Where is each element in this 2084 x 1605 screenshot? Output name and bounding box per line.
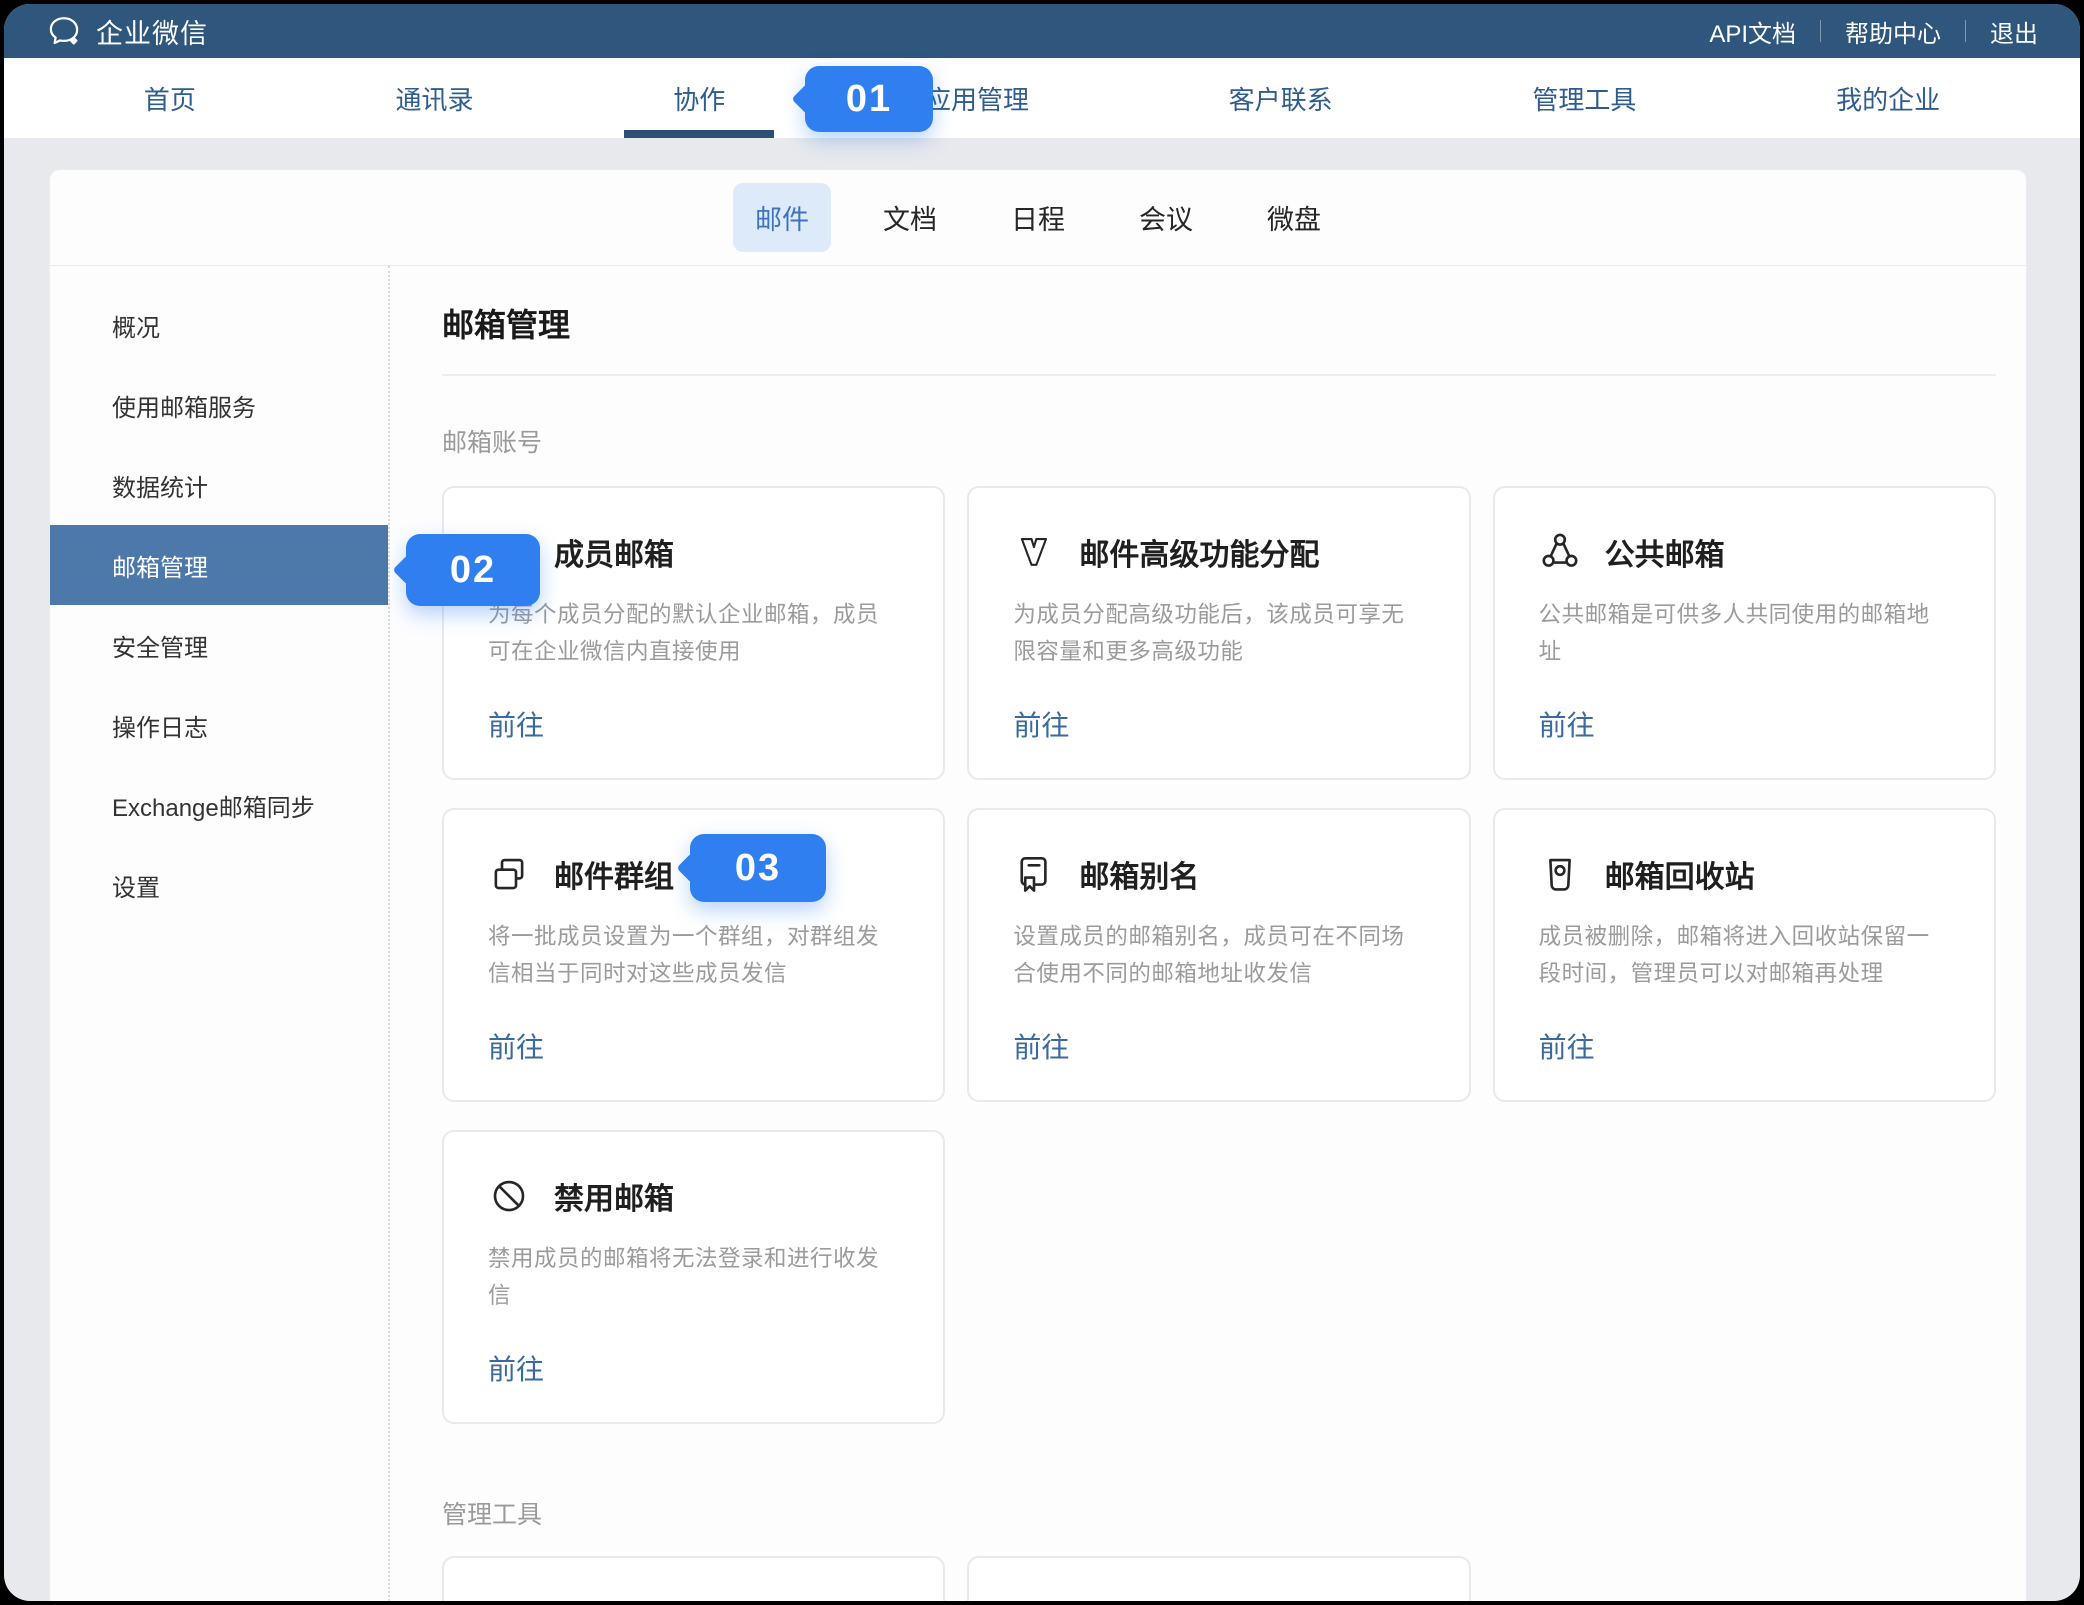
go-link[interactable]: 前往 xyxy=(1539,704,1595,744)
tab-schedule[interactable]: 日程 xyxy=(989,183,1087,252)
tab-docs[interactable]: 文档 xyxy=(861,183,959,252)
mail-sidebar: 概况 使用邮箱服务 数据统计 邮箱管理 安全管理 操作日志 Exchange邮箱… xyxy=(50,266,390,1601)
card-member-mailbox: 成员邮箱 为每个成员分配的默认企业邮箱，成员可在企业微信内直接使用 前往 xyxy=(442,486,945,780)
sparkle-icon xyxy=(1233,1599,1263,1601)
card-mail-archive: 邮件归档 xyxy=(967,1556,1470,1601)
card-title: 邮箱回收站 xyxy=(1605,852,1755,896)
sidebar-item-exchange-sync[interactable]: Exchange邮箱同步 xyxy=(50,765,388,845)
section-label-mail-accounts: 邮箱账号 xyxy=(442,428,1996,458)
card-desc: 禁用成员的邮箱将无法登录和进行收发信 xyxy=(488,1240,899,1315)
card-title: 邮箱别名 xyxy=(1079,852,1199,896)
nav-my-company[interactable]: 我的企业 xyxy=(1836,58,1940,138)
api-docs-link[interactable]: API文档 xyxy=(1685,14,1820,49)
content-area: 邮箱管理 邮箱账号 成员邮箱 xyxy=(390,266,2026,1601)
topbar: 企业微信 API文档 帮助中心 退出 xyxy=(4,4,2080,58)
letter-icon xyxy=(488,1593,530,1601)
sidebar-item-operation-log[interactable]: 操作日志 xyxy=(50,685,388,765)
management-tool-cards: 欢迎信 邮件归档 xyxy=(442,1556,1996,1601)
tab-drive[interactable]: 微盘 xyxy=(1245,183,1343,252)
card-title: 邮件群组 xyxy=(554,852,674,896)
section-label-management-tools: 管理工具 xyxy=(442,1500,1996,1530)
card-disabled-mailbox: 禁用邮箱 禁用成员的邮箱将无法登录和进行收发信 前往 xyxy=(442,1130,945,1424)
nav-app-management[interactable]: 应用管理 xyxy=(925,58,1029,138)
card-advanced-features: 邮件高级功能分配 为成员分配高级功能后，该成员可享无限容量和更多高级功能 前往 xyxy=(967,486,1470,780)
tab-mail[interactable]: 邮件 xyxy=(733,183,831,252)
copy-icon xyxy=(488,853,530,895)
nav-management-tools[interactable]: 管理工具 xyxy=(1532,58,1636,138)
step-callout-01: 01 xyxy=(805,66,933,132)
main-panel: 邮件 文档 日程 会议 微盘 概况 使用邮箱服务 数据统计 邮箱管理 安全管理 … xyxy=(50,170,2026,1601)
step-callout-03: 03 xyxy=(690,834,826,902)
sidebar-item-settings[interactable]: 设置 xyxy=(50,845,388,925)
card-mailbox-alias: 邮箱别名 设置成员的邮箱别名，成员可在不同场合使用不同的邮箱地址收发信 前往 xyxy=(967,808,1470,1102)
vip-icon xyxy=(1013,531,1055,573)
go-link[interactable]: 前往 xyxy=(1013,1026,1069,1066)
bookmark-icon xyxy=(1013,853,1055,895)
go-link[interactable]: 前往 xyxy=(488,1026,544,1066)
sidebar-item-data-statistics[interactable]: 数据统计 xyxy=(50,445,388,525)
card-welcome-letter: 欢迎信 xyxy=(442,1556,945,1601)
share-icon xyxy=(1539,531,1581,573)
topbar-links: API文档 帮助中心 退出 xyxy=(1685,14,2038,49)
card-title: 邮件归档 xyxy=(1079,1592,1199,1601)
go-link[interactable]: 前往 xyxy=(488,704,544,744)
card-public-mailbox: 公共邮箱 公共邮箱是可供多人共同使用的邮箱地址 前往 xyxy=(1493,486,1996,780)
card-desc: 将一批成员设置为一个群组，对群组发信相当于同时对这些成员发信 xyxy=(488,918,899,993)
archive-icon xyxy=(1013,1593,1055,1601)
nav-home[interactable]: 首页 xyxy=(144,58,196,138)
brand: 企业微信 xyxy=(46,12,208,51)
primary-nav: 首页 通讯录 协作 应用管理 客户联系 管理工具 我的企业 xyxy=(4,58,2080,138)
sidebar-item-mailbox-management[interactable]: 邮箱管理 xyxy=(50,525,388,605)
trash-icon xyxy=(1539,853,1581,895)
app-window: 企业微信 API文档 帮助中心 退出 首页 通讯录 协作 应用管理 客户联系 管… xyxy=(4,4,2080,1601)
card-desc: 成员被删除，邮箱将进入回收站保留一段时间，管理员可以对邮箱再处理 xyxy=(1539,918,1950,993)
brand-name: 企业微信 xyxy=(96,12,208,51)
sidebar-item-overview[interactable]: 概况 xyxy=(50,285,388,365)
sidebar-item-security-management[interactable]: 安全管理 xyxy=(50,605,388,685)
card-desc: 设置成员的邮箱别名，成员可在不同场合使用不同的邮箱地址收发信 xyxy=(1013,918,1424,993)
card-title: 欢迎信 xyxy=(554,1592,644,1601)
go-link[interactable]: 前往 xyxy=(488,1348,544,1388)
card-mailbox-recycle-bin: 邮箱回收站 成员被删除，邮箱将进入回收站保留一段时间，管理员可以对邮箱再处理 前… xyxy=(1493,808,1996,1102)
logout-link[interactable]: 退出 xyxy=(1966,14,2038,49)
nav-contacts[interactable]: 通讯录 xyxy=(396,58,474,138)
card-title: 公共邮箱 xyxy=(1605,530,1725,574)
sidebar-item-use-mail-service[interactable]: 使用邮箱服务 xyxy=(50,365,388,445)
card-title: 邮件高级功能分配 xyxy=(1079,530,1319,574)
card-title: 禁用邮箱 xyxy=(554,1174,674,1218)
nav-collaboration[interactable]: 协作 xyxy=(673,58,725,138)
wework-logo-icon xyxy=(46,13,82,49)
collab-subtabs: 邮件 文档 日程 会议 微盘 xyxy=(50,170,2026,266)
help-center-link[interactable]: 帮助中心 xyxy=(1821,14,1965,49)
block-icon xyxy=(488,1175,530,1217)
go-link[interactable]: 前往 xyxy=(1539,1026,1595,1066)
divider xyxy=(442,374,1996,376)
card-desc: 公共邮箱是可供多人共同使用的邮箱地址 xyxy=(1539,596,1950,671)
card-title: 成员邮箱 xyxy=(554,530,674,574)
mail-account-cards: 成员邮箱 为每个成员分配的默认企业邮箱，成员可在企业微信内直接使用 前往 xyxy=(442,486,1996,1424)
panel-body: 概况 使用邮箱服务 数据统计 邮箱管理 安全管理 操作日志 Exchange邮箱… xyxy=(50,266,2026,1601)
card-desc: 为每个成员分配的默认企业邮箱，成员可在企业微信内直接使用 xyxy=(488,596,899,671)
card-desc: 为成员分配高级功能后，该成员可享无限容量和更多高级功能 xyxy=(1013,596,1424,671)
tab-meeting[interactable]: 会议 xyxy=(1117,183,1215,252)
nav-customer-contact[interactable]: 客户联系 xyxy=(1229,58,1333,138)
step-callout-02: 02 xyxy=(406,534,540,606)
page-title: 邮箱管理 xyxy=(442,306,1996,344)
go-link[interactable]: 前往 xyxy=(1013,704,1069,744)
